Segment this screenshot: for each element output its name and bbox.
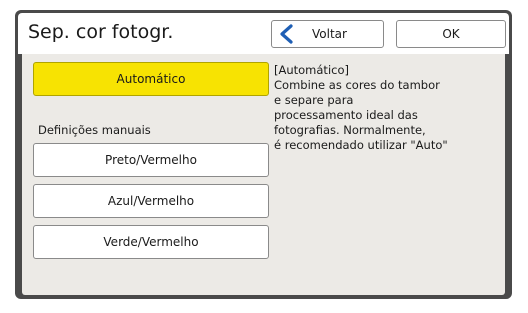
description-body: Combine as cores do tambor e separe para… <box>274 78 448 152</box>
description-panel: [Automático] Combine as cores do tambor … <box>274 63 502 153</box>
auto-option-button[interactable]: Automático <box>33 62 269 96</box>
back-button[interactable]: Voltar <box>271 20 384 48</box>
blue-red-option-button[interactable]: Azul/Vermelho <box>33 184 269 218</box>
description-title: [Automático] <box>274 63 349 77</box>
back-button-label: Voltar <box>312 27 347 41</box>
content-panel: Automático Definições manuais Preto/Verm… <box>22 54 505 295</box>
ok-button[interactable]: OK <box>396 20 506 48</box>
green-red-option-button[interactable]: Verde/Vermelho <box>33 225 269 259</box>
black-red-option-button[interactable]: Preto/Vermelho <box>33 143 269 177</box>
page-title: Sep. cor fotogr. <box>28 21 174 43</box>
manual-settings-label: Definições manuais <box>38 123 151 137</box>
header-bar: Sep. cor fotogr. Voltar OK <box>18 13 509 54</box>
chevron-left-icon <box>278 24 296 44</box>
